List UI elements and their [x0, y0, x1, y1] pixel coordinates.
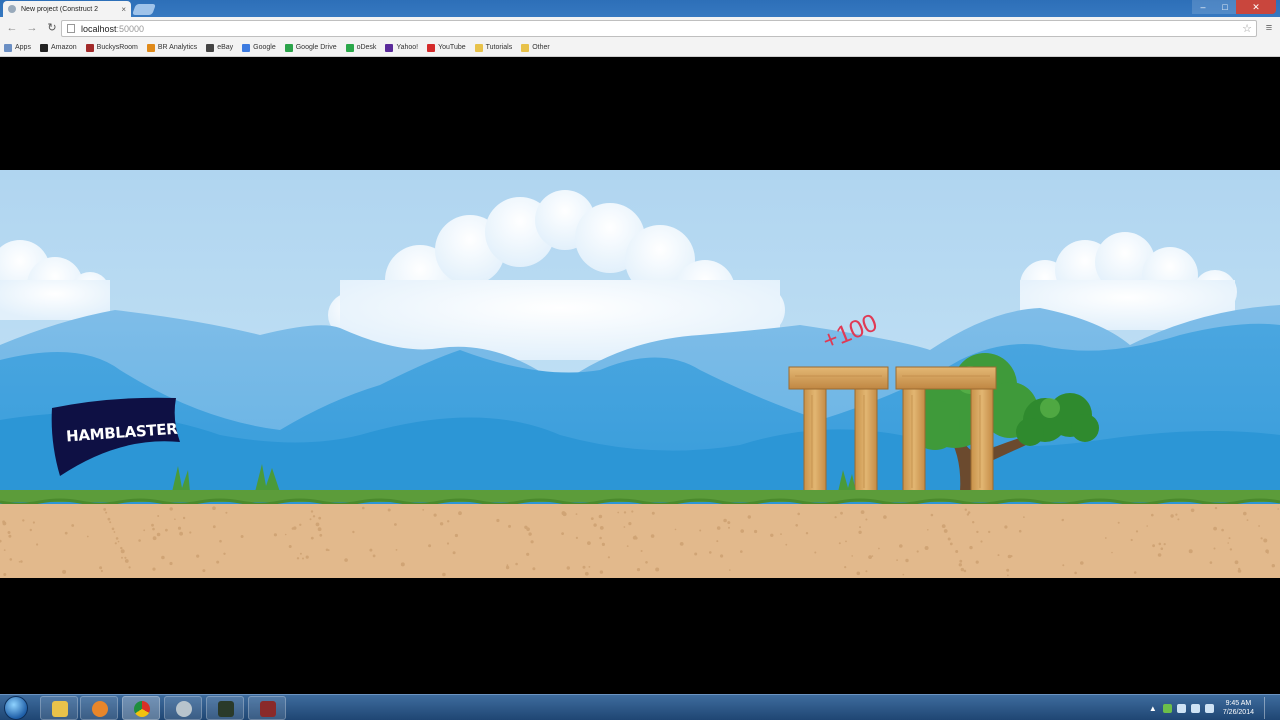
- chrome-icon: [134, 701, 150, 717]
- window-controls: – □ ✕: [1192, 0, 1276, 14]
- bookmark-item[interactable]: YouTube: [427, 43, 466, 52]
- plank-top-right: [895, 366, 997, 390]
- tray-flag-icon[interactable]: [1176, 703, 1186, 713]
- bookmark-item[interactable]: Apps: [4, 43, 31, 52]
- game-scene: [0, 190, 1280, 578]
- bookmark-favicon-icon: [242, 43, 251, 52]
- bookmark-star-icon[interactable]: ☆: [1242, 22, 1252, 35]
- new-tab-button[interactable]: [131, 4, 157, 15]
- pillar-3: [902, 388, 926, 493]
- pillar-2: [854, 388, 878, 493]
- bookmark-label: Tutorials: [485, 44, 513, 51]
- construct-favicon-icon: [8, 5, 16, 13]
- bookmarks-bar: Apps Amazon BuckysRoom BR Analytics eBay Goog…: [0, 39, 1280, 57]
- bookmark-favicon-icon: [284, 43, 293, 52]
- bookmark-favicon-icon: [474, 43, 483, 52]
- network-icon[interactable]: [1204, 703, 1214, 713]
- bookmark-favicon-icon: [206, 43, 215, 52]
- taskbar-app-6[interactable]: [248, 696, 286, 720]
- show-desktop-button[interactable]: [1264, 697, 1274, 719]
- bookmark-item[interactable]: Amazon: [39, 43, 77, 52]
- bookmark-item[interactable]: oDesk: [345, 43, 377, 52]
- maximize-button[interactable]: □: [1214, 0, 1236, 14]
- forward-arrow-icon[interactable]: →: [24, 20, 40, 36]
- bookmark-label: eBay: [217, 44, 234, 51]
- taskbar-explorer[interactable]: [40, 696, 78, 720]
- bookmark-label: BR Analytics: [157, 44, 198, 51]
- clock[interactable]: 9:45 AM 7/26/2014: [1223, 699, 1254, 717]
- settings-app-icon: [176, 701, 192, 717]
- clock-date: 7/26/2014: [1222, 709, 1254, 716]
- bookmark-item[interactable]: eBay: [206, 43, 234, 52]
- tab-title: New project (Construct 2: [21, 5, 99, 13]
- taskbar-app-4[interactable]: [164, 696, 202, 720]
- dirt-ground: [0, 504, 1280, 578]
- windows-taskbar: ▲ 9:45 AM 7/26/2014: [0, 694, 1280, 720]
- taskbar-app-5[interactable]: [206, 696, 244, 720]
- folder-icon: [52, 701, 68, 717]
- bookmark-item[interactable]: Other: [521, 43, 550, 52]
- taskbar-chrome[interactable]: [122, 696, 160, 720]
- reload-icon[interactable]: ↻: [44, 20, 60, 36]
- bookmark-label: Google: [253, 44, 276, 51]
- bookmark-favicon-icon: [385, 43, 394, 52]
- bookmark-label: Amazon: [50, 44, 77, 51]
- bookmark-label: YouTube: [438, 44, 466, 51]
- construct-app-icon: [218, 701, 234, 717]
- game-canvas[interactable]: HAMBLASTER +100: [0, 170, 1280, 578]
- bookmark-favicon-icon: [427, 43, 436, 52]
- tab-strip: New project (Construct 2 × – □ ✕: [0, 0, 1280, 17]
- pillar-4: [970, 388, 994, 493]
- chrome-menu-icon[interactable]: ≡: [1262, 20, 1276, 36]
- bookmark-label: BuckysRoom: [96, 44, 138, 51]
- tab-construct-project[interactable]: New project (Construct 2 ×: [3, 1, 131, 17]
- browser-chrome: New project (Construct 2 × – □ ✕ ← → ↻ l…: [0, 0, 1280, 57]
- url-port: :50000: [116, 23, 145, 34]
- url-host: localhost: [81, 23, 117, 34]
- bookmark-label: Yahoo!: [396, 44, 419, 51]
- bookmark-favicon-icon: [39, 43, 48, 52]
- address-bar[interactable]: localhost :50000 ☆: [61, 20, 1257, 37]
- volume-icon[interactable]: [1190, 703, 1200, 713]
- tray-app-icon[interactable]: [1162, 703, 1172, 713]
- clock-time: 9:45 AM: [1225, 700, 1252, 707]
- bookmark-favicon-icon: [4, 43, 12, 52]
- media-player-icon: [92, 701, 108, 717]
- bookmark-favicon-icon: [521, 43, 530, 52]
- show-hidden-icons-icon[interactable]: ▲: [1149, 704, 1158, 713]
- system-tray: ▲ 9:45 AM 7/26/2014: [1149, 697, 1274, 719]
- browser-toolbar: ← → ↻ localhost :50000 ☆ ≡: [0, 17, 1280, 39]
- bookmark-favicon-icon: [85, 43, 94, 52]
- close-window-button[interactable]: ✕: [1236, 0, 1276, 14]
- page-icon: [67, 24, 75, 33]
- bookmark-favicon-icon: [345, 43, 354, 52]
- bookmark-item[interactable]: Yahoo!: [385, 43, 419, 52]
- tab-close-icon[interactable]: ×: [121, 5, 126, 14]
- pillar-1: [803, 388, 827, 493]
- bookmark-item[interactable]: Google: [242, 43, 276, 52]
- bookmark-label: oDesk: [356, 44, 377, 51]
- bookmark-item[interactable]: Tutorials: [474, 43, 513, 52]
- plank-top-left: [788, 366, 889, 390]
- taskbar-media-player[interactable]: [80, 696, 118, 720]
- cloud-left: [0, 240, 110, 320]
- bookmark-item[interactable]: BuckysRoom: [85, 43, 138, 52]
- bookmark-favicon-icon: [146, 43, 155, 52]
- bookmark-label: Other: [532, 44, 550, 51]
- bookmark-item[interactable]: BR Analytics: [146, 43, 198, 52]
- bookmark-label: Google Drive: [295, 44, 337, 51]
- recorder-app-icon: [260, 701, 276, 717]
- bookmark-label: Apps: [15, 44, 31, 51]
- back-arrow-icon[interactable]: ←: [4, 20, 20, 36]
- minimize-button[interactable]: –: [1192, 0, 1214, 14]
- bookmark-item[interactable]: Google Drive: [284, 43, 337, 52]
- start-button[interactable]: [4, 696, 28, 720]
